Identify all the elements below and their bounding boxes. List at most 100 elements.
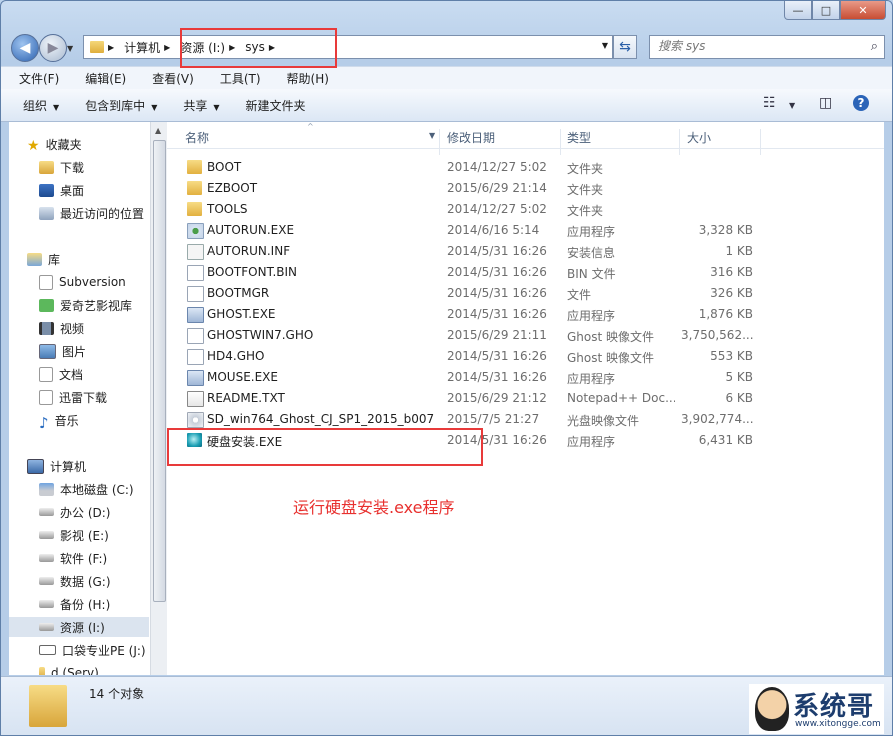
back-button[interactable]: ◀ xyxy=(11,34,39,62)
file-row[interactable]: AUTORUN.EXE 2014/6/16 5:14 应用程序 3,328 KB xyxy=(181,220,781,240)
nav-network-drive[interactable]: d (Serv) xyxy=(39,663,99,675)
minimize-button[interactable]: — xyxy=(784,1,812,20)
nav-lib-music[interactable]: ♪ 音乐 xyxy=(39,410,79,432)
close-button[interactable]: ✕ xyxy=(840,1,886,20)
menu-file[interactable]: 文件(F) xyxy=(11,70,67,87)
scroll-up-icon[interactable]: ▲ xyxy=(155,126,161,135)
gho-icon xyxy=(187,328,204,344)
menu-tools[interactable]: 工具(T) xyxy=(212,70,269,87)
file-date: 2014/5/31 16:26 xyxy=(447,286,547,300)
nav-lib-documents[interactable]: 文档 xyxy=(39,364,83,384)
file-row[interactable]: BOOTFONT.BIN 2014/5/31 16:26 BIN 文件 316 KB xyxy=(181,262,781,282)
file-row[interactable]: EZBOOT 2015/6/29 21:14 文件夹 xyxy=(181,178,781,198)
address-dropdown-icon[interactable]: ▼ xyxy=(602,41,608,50)
breadcrumb-separator-icon[interactable]: ▶ xyxy=(108,43,114,52)
music-note-icon: ♪ xyxy=(39,413,49,432)
column-filter-icon[interactable]: ▼ xyxy=(429,131,435,140)
pictures-library-icon xyxy=(39,343,56,359)
forward-button[interactable]: ▶ xyxy=(39,34,67,62)
column-divider[interactable] xyxy=(560,129,561,155)
nav-downloads[interactable]: 下载 xyxy=(39,157,84,177)
organize-button[interactable]: 组织 ▼ xyxy=(19,97,63,114)
scrollbar-thumb[interactable] xyxy=(153,140,166,602)
file-row[interactable]: TOOLS 2014/12/27 5:02 文件夹 xyxy=(181,199,781,219)
column-date[interactable]: 修改日期 xyxy=(447,129,495,146)
include-library-button[interactable]: 包含到库中 ▼ xyxy=(81,97,161,114)
search-input[interactable] xyxy=(650,36,858,56)
file-type: 应用程序 xyxy=(567,372,616,386)
menu-view[interactable]: 查看(V) xyxy=(144,70,202,87)
file-size: 5 KB xyxy=(725,370,753,384)
file-row[interactable]: GHOSTWIN7.GHO 2015/6/29 21:11 Ghost 映像文件 3,… xyxy=(181,325,781,345)
nav-drive-j[interactable]: 口袋专业PE (J:) xyxy=(39,640,146,660)
file-date: 2015/7/5 21:27 xyxy=(447,412,540,426)
file-row[interactable]: AUTORUN.INF 2014/5/31 16:26 安装信息 1 KB xyxy=(181,241,781,261)
column-name[interactable]: 名称 xyxy=(185,129,209,146)
nav-drive-d[interactable]: 办公 (D:) xyxy=(39,502,110,522)
nav-desktop[interactable]: 桌面 xyxy=(39,180,84,200)
file-name: BOOTFONT.BIN xyxy=(207,265,298,279)
column-type[interactable]: 类型 xyxy=(567,129,591,146)
preview-pane-icon[interactable]: ◫ xyxy=(819,95,832,111)
file-row[interactable]: HD4.GHO 2014/5/31 16:26 Ghost 映像文件 553 KB xyxy=(181,346,781,366)
annotation-text: 运行硬盘安装.exe程序 xyxy=(293,498,455,517)
navigation-row: ◀ ▶ ▼ ▶ 计算机 ▶ 资源 (I:) ▶ sys ▶ ▼ ⇆ ⌕ xyxy=(9,32,885,62)
column-size[interactable]: 大小 xyxy=(687,129,711,146)
search-box[interactable]: ⌕ xyxy=(649,35,885,59)
nav-drive-c[interactable]: 本地磁盘 (C:) xyxy=(39,479,134,499)
file-type: 文件夹 xyxy=(567,162,604,176)
nav-lib-iqiyi[interactable]: 爱奇艺影视库 xyxy=(39,295,132,315)
help-icon[interactable]: ? xyxy=(853,95,869,111)
menu-edit[interactable]: 编辑(E) xyxy=(77,70,134,87)
star-icon: ★ xyxy=(27,137,40,154)
nav-lib-pictures[interactable]: 图片 xyxy=(39,341,86,361)
file-icon xyxy=(187,265,204,281)
nav-drive-g[interactable]: 数据 (G:) xyxy=(39,571,111,591)
file-date: 2015/6/29 21:14 xyxy=(447,181,547,195)
breadcrumb-computer[interactable]: 计算机 xyxy=(124,39,160,56)
nav-drive-f[interactable]: 软件 (F:) xyxy=(39,548,107,568)
file-row[interactable]: BOOTMGR 2014/5/31 16:26 文件 326 KB xyxy=(181,283,781,303)
nav-drive-i[interactable]: 资源 (I:) xyxy=(9,617,149,637)
file-row[interactable]: README.TXT 2015/6/29 21:12 Notepad++ Doc..… xyxy=(181,388,781,408)
nav-drive-e[interactable]: 影视 (E:) xyxy=(39,525,109,545)
view-dropdown-icon[interactable]: ▼ xyxy=(789,101,795,110)
file-row[interactable]: BOOT 2014/12/27 5:02 文件夹 xyxy=(181,157,781,177)
column-divider[interactable] xyxy=(679,129,680,155)
sort-ascending-icon: ^ xyxy=(307,122,314,131)
nav-computer[interactable]: 计算机 xyxy=(27,456,86,476)
nav-drive-h[interactable]: 备份 (H:) xyxy=(39,594,110,614)
view-options-icon[interactable]: ☷ xyxy=(763,95,776,111)
file-row[interactable]: SD_win764_Ghost_CJ_SP1_2015_b007 2015/7/5… xyxy=(181,409,781,429)
watermark-name: 系统哥 xyxy=(793,692,875,722)
file-date: 2014/5/31 16:26 xyxy=(447,370,547,384)
nav-lib-videos[interactable]: 视频 xyxy=(39,318,84,338)
search-icon[interactable]: ⌕ xyxy=(871,39,878,54)
address-bar[interactable]: ▶ 计算机 ▶ 资源 (I:) ▶ sys ▶ ▼ xyxy=(83,35,613,59)
breadcrumb-separator-icon[interactable]: ▶ xyxy=(164,43,170,52)
column-divider[interactable] xyxy=(439,129,440,155)
file-row[interactable]: MOUSE.EXE 2014/5/31 16:26 应用程序 5 KB xyxy=(181,367,781,387)
gho-icon xyxy=(187,349,204,365)
menu-help[interactable]: 帮助(H) xyxy=(279,70,337,87)
recent-pages-dropdown-icon[interactable]: ▼ xyxy=(67,44,73,53)
nav-libraries[interactable]: 库 xyxy=(27,249,60,269)
share-button[interactable]: 共享 ▼ xyxy=(179,97,223,114)
iso-icon xyxy=(187,412,204,428)
folder-icon xyxy=(187,202,202,216)
nav-recent-places[interactable]: 最近访问的位置 xyxy=(39,203,144,223)
new-folder-button[interactable]: 新建文件夹 xyxy=(242,97,310,114)
drive-icon xyxy=(39,508,54,516)
refresh-button[interactable]: ⇆ xyxy=(613,35,637,59)
file-type: Notepad++ Doc... xyxy=(567,391,675,405)
nav-lib-thunder[interactable]: 迅雷下载 xyxy=(39,387,107,407)
navigation-scrollbar[interactable]: ▲ xyxy=(150,122,167,675)
nav-favorites[interactable]: ★ 收藏夹 xyxy=(27,134,82,154)
nav-lib-subversion[interactable]: Subversion xyxy=(39,272,126,292)
maximize-button[interactable]: □ xyxy=(812,1,840,20)
column-header: 名称 ^ ▼ 修改日期 类型 大小 xyxy=(167,122,884,155)
file-row[interactable]: GHOST.EXE 2014/5/31 16:26 应用程序 1,876 KB xyxy=(181,304,781,324)
column-divider[interactable] xyxy=(760,129,761,155)
file-date: 2015/6/29 21:11 xyxy=(447,328,547,342)
library-icon xyxy=(27,252,42,266)
